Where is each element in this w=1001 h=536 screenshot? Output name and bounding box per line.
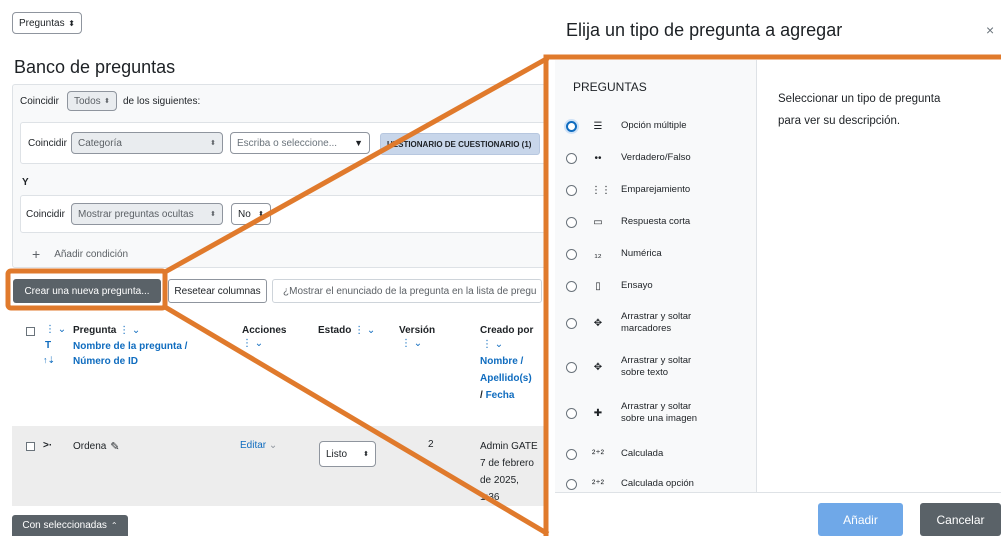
- highlight-line-top: [163, 55, 550, 275]
- highlight-line-bottom: [163, 304, 550, 536]
- highlight-box-modal: [543, 54, 1001, 536]
- highlight-overlay: [5, 54, 1001, 536]
- highlight-box-create: [5, 268, 168, 311]
